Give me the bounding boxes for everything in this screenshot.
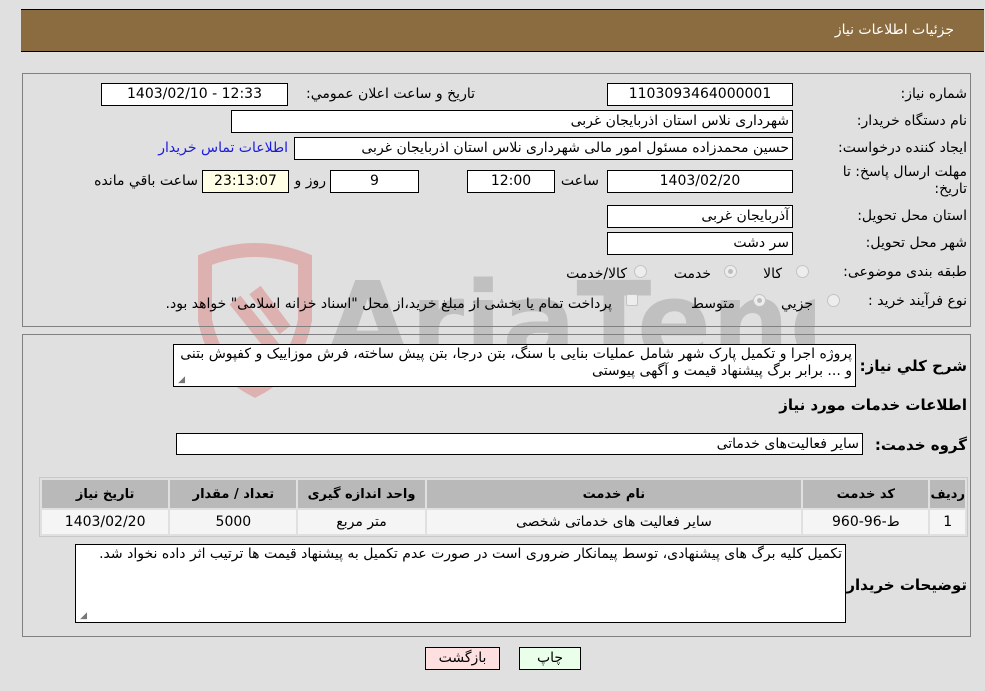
purchase-type-label: نوع فرآیند خرید : — [868, 293, 967, 309]
deadline-time-label: ساعت — [560, 173, 599, 189]
remaining-time-field: 23:13:07 — [202, 170, 289, 193]
column-header-need-date: تاریخ نیاز — [42, 480, 169, 508]
category-option-service: خدمت — [673, 266, 711, 282]
buyer-notes-textarea[interactable]: تکمیل کلیه برگ های پیشنهادی، توسط پیمانک… — [75, 544, 846, 623]
cell-quantity: 5000 — [170, 510, 297, 534]
page-header: جزئیات اطلاعات نیاز — [21, 9, 984, 52]
category-option-goods: کالا — [763, 266, 782, 282]
column-header-service-code: کد خدمت — [803, 480, 929, 508]
column-header-quantity: تعداد / مقدار — [170, 480, 297, 508]
remaining-days-field: 9 — [330, 170, 419, 193]
cell-service-name: سایر فعالیت های خدماتی شخصی — [426, 510, 802, 534]
announce-datetime-label: تاریخ و ساعت اعلان عمومي: — [306, 86, 475, 102]
purchase-type-option-medium: متوسط — [691, 296, 735, 312]
description-label: شرح کلي نیاز: — [859, 357, 967, 375]
delivery-province-label: استان محل تحویل: — [857, 208, 967, 224]
deadline-time-field: 12:00 — [467, 170, 555, 193]
deadline-label: مهلت ارسال پاسخ: تا تاریخ: — [842, 164, 967, 197]
column-header-row-number: ردیف — [930, 480, 965, 508]
purchase-type-option-minor: جزيي — [781, 296, 813, 312]
table-header-row: ردیف کد خدمت نام خدمت واحد اندازه گیری ت… — [42, 480, 965, 508]
delivery-province-field: آذربایجان غربی — [607, 205, 793, 228]
delivery-city-field: سر دشت — [607, 232, 793, 255]
resize-handle-icon[interactable]: ◢ — [176, 376, 185, 385]
category-radio-goods-service[interactable] — [634, 265, 647, 278]
need-number-label: شماره نیاز: — [900, 86, 968, 102]
deadline-date-field: 1403/02/20 — [607, 170, 793, 193]
services-section-title: اطلاعات خدمات مورد نیاز — [779, 396, 967, 414]
buyer-notes-label: توضیحات خریدار: — [840, 576, 967, 594]
page-title: جزئیات اطلاعات نیاز — [834, 22, 954, 38]
print-button[interactable]: چاپ — [519, 647, 581, 670]
category-option-goods-service: کالا/خدمت — [566, 266, 627, 282]
services-table: ردیف کد خدمت نام خدمت واحد اندازه گیری ت… — [39, 477, 968, 537]
buyer-org-label: نام دستگاه خریدار: — [856, 113, 967, 129]
requester-label: ایجاد کننده درخواست: — [838, 140, 967, 156]
category-radio-goods[interactable] — [796, 265, 809, 278]
requester-field: حسین محمدزاده مسئول امور مالی شهرداری نل… — [294, 137, 793, 160]
cell-need-date: 1403/02/20 — [42, 510, 169, 534]
description-textarea[interactable]: پروژه اجرا و تکمیل پارک شهر شامل عملیات … — [173, 344, 856, 387]
treasury-note: پرداخت تمام یا بخشی از مبلغ خرید،از محل … — [165, 296, 612, 312]
category-radio-service[interactable] — [724, 265, 737, 278]
cell-row-number: 1 — [930, 510, 965, 534]
description-text: پروژه اجرا و تکمیل پارک شهر شامل عملیات … — [180, 346, 852, 379]
buyer-contact-link[interactable]: اطلاعات تماس خریدار — [158, 140, 288, 156]
column-header-unit: واحد اندازه گیری — [298, 480, 425, 508]
table-row: 1 ط-96-960 سایر فعالیت های خدماتی شخصی م… — [42, 510, 965, 534]
category-label: طبقه بندی موضوعی: — [843, 264, 967, 280]
buyer-org-field: شهرداری نلاس استان اذربایجان غربی — [231, 110, 793, 133]
purchase-type-radio-minor[interactable] — [827, 294, 840, 307]
days-label: روز و — [294, 173, 327, 189]
need-number-field: 1103093464000001 — [607, 83, 793, 106]
treasury-checkbox[interactable] — [626, 294, 638, 306]
service-group-field: سایر فعالیت‌های خدماتی — [176, 433, 863, 455]
delivery-city-label: شهر محل تحویل: — [865, 235, 967, 251]
cell-unit: متر مربع — [298, 510, 425, 534]
resize-handle-icon[interactable]: ◢ — [78, 612, 87, 621]
announce-datetime-field: 1403/02/10 - 12:33 — [101, 83, 288, 106]
service-group-label: گروه خدمت: — [874, 436, 967, 454]
cell-service-code: ط-96-960 — [803, 510, 929, 534]
column-header-service-name: نام خدمت — [426, 480, 802, 508]
buyer-notes-text: تکمیل کلیه برگ های پیشنهادی، توسط پیمانک… — [99, 546, 842, 562]
purchase-type-radio-medium[interactable] — [753, 294, 766, 307]
remaining-time-label: ساعت باقي مانده — [94, 173, 198, 189]
back-button[interactable]: بازگشت — [425, 647, 500, 670]
